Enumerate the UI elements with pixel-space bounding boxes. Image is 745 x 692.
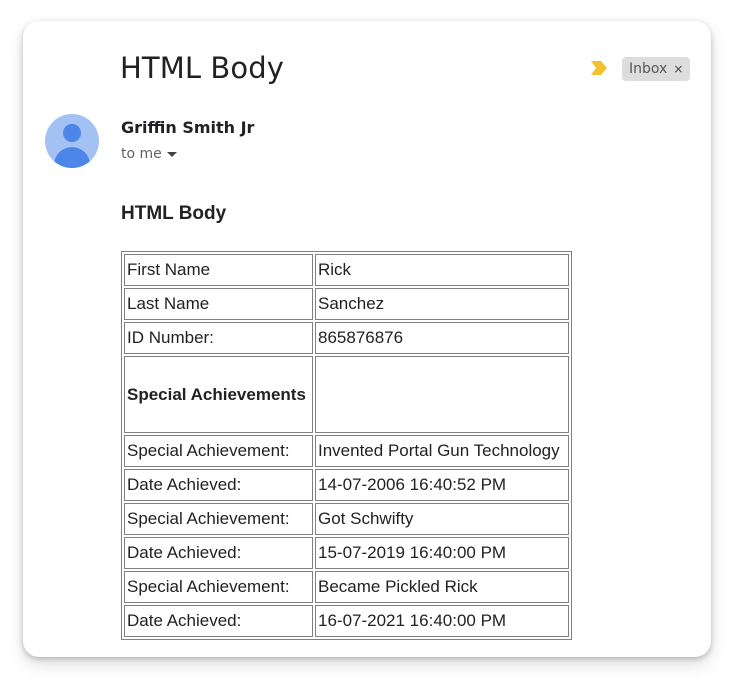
table-row: Special Achievement: Got Schwifty xyxy=(124,503,569,535)
table-row: Last Name Sanchez xyxy=(124,288,569,320)
sender-avatar[interactable] xyxy=(45,114,99,168)
table-row: Special Achievement: Became Pickled Rick xyxy=(124,571,569,603)
row-value: Invented Portal Gun Technology xyxy=(315,435,569,467)
row-label: Date Achieved: xyxy=(124,605,313,637)
section-header: Special Achievements xyxy=(124,356,313,433)
row-label: Special Achievement: xyxy=(124,571,313,603)
recipient-details-toggle[interactable]: to me xyxy=(121,146,177,162)
table-section-row: Special Achievements xyxy=(124,356,569,433)
row-label: Special Achievement: xyxy=(124,503,313,535)
table-row: ID Number: 865876876 xyxy=(124,322,569,354)
table-row: Date Achieved: 16-07-2021 16:40:00 PM xyxy=(124,605,569,637)
row-label: Last Name xyxy=(124,288,313,320)
email-card: HTML Body Inbox × Griffin Smith Jr to me… xyxy=(23,21,711,657)
remove-label-icon[interactable]: × xyxy=(673,57,683,81)
row-value: 865876876 xyxy=(315,322,569,354)
row-value: 16-07-2021 16:40:00 PM xyxy=(315,605,569,637)
table-row: First Name Rick xyxy=(124,254,569,286)
recipient-text: to me xyxy=(121,146,162,162)
sender-name[interactable]: Griffin Smith Jr xyxy=(121,118,254,137)
row-label: First Name xyxy=(124,254,313,286)
importance-marker-icon[interactable] xyxy=(591,61,607,75)
person-avatar-body xyxy=(54,147,90,168)
person-avatar-icon xyxy=(63,124,81,142)
row-label: Date Achieved: xyxy=(124,469,313,501)
row-value: Rick xyxy=(315,254,569,286)
row-value xyxy=(315,356,569,433)
details-table: First Name Rick Last Name Sanchez ID Num… xyxy=(121,251,572,640)
row-label: Special Achievement: xyxy=(124,435,313,467)
row-value: Got Schwifty xyxy=(315,503,569,535)
row-label: ID Number: xyxy=(124,322,313,354)
row-label: Date Achieved: xyxy=(124,537,313,569)
inbox-label-text: Inbox xyxy=(629,61,668,77)
row-value: 15-07-2019 16:40:00 PM xyxy=(315,537,569,569)
table-row: Date Achieved: 15-07-2019 16:40:00 PM xyxy=(124,537,569,569)
row-value: 14-07-2006 16:40:52 PM xyxy=(315,469,569,501)
email-subject: HTML Body xyxy=(120,51,285,85)
row-value: Sanchez xyxy=(315,288,569,320)
inbox-label-chip[interactable]: Inbox × xyxy=(622,57,691,81)
table-row: Date Achieved: 14-07-2006 16:40:52 PM xyxy=(124,469,569,501)
table-row: Special Achievement: Invented Portal Gun… xyxy=(124,435,569,467)
row-value: Became Pickled Rick xyxy=(315,571,569,603)
body-heading: HTML Body xyxy=(121,203,227,224)
caret-down-icon xyxy=(166,152,177,157)
